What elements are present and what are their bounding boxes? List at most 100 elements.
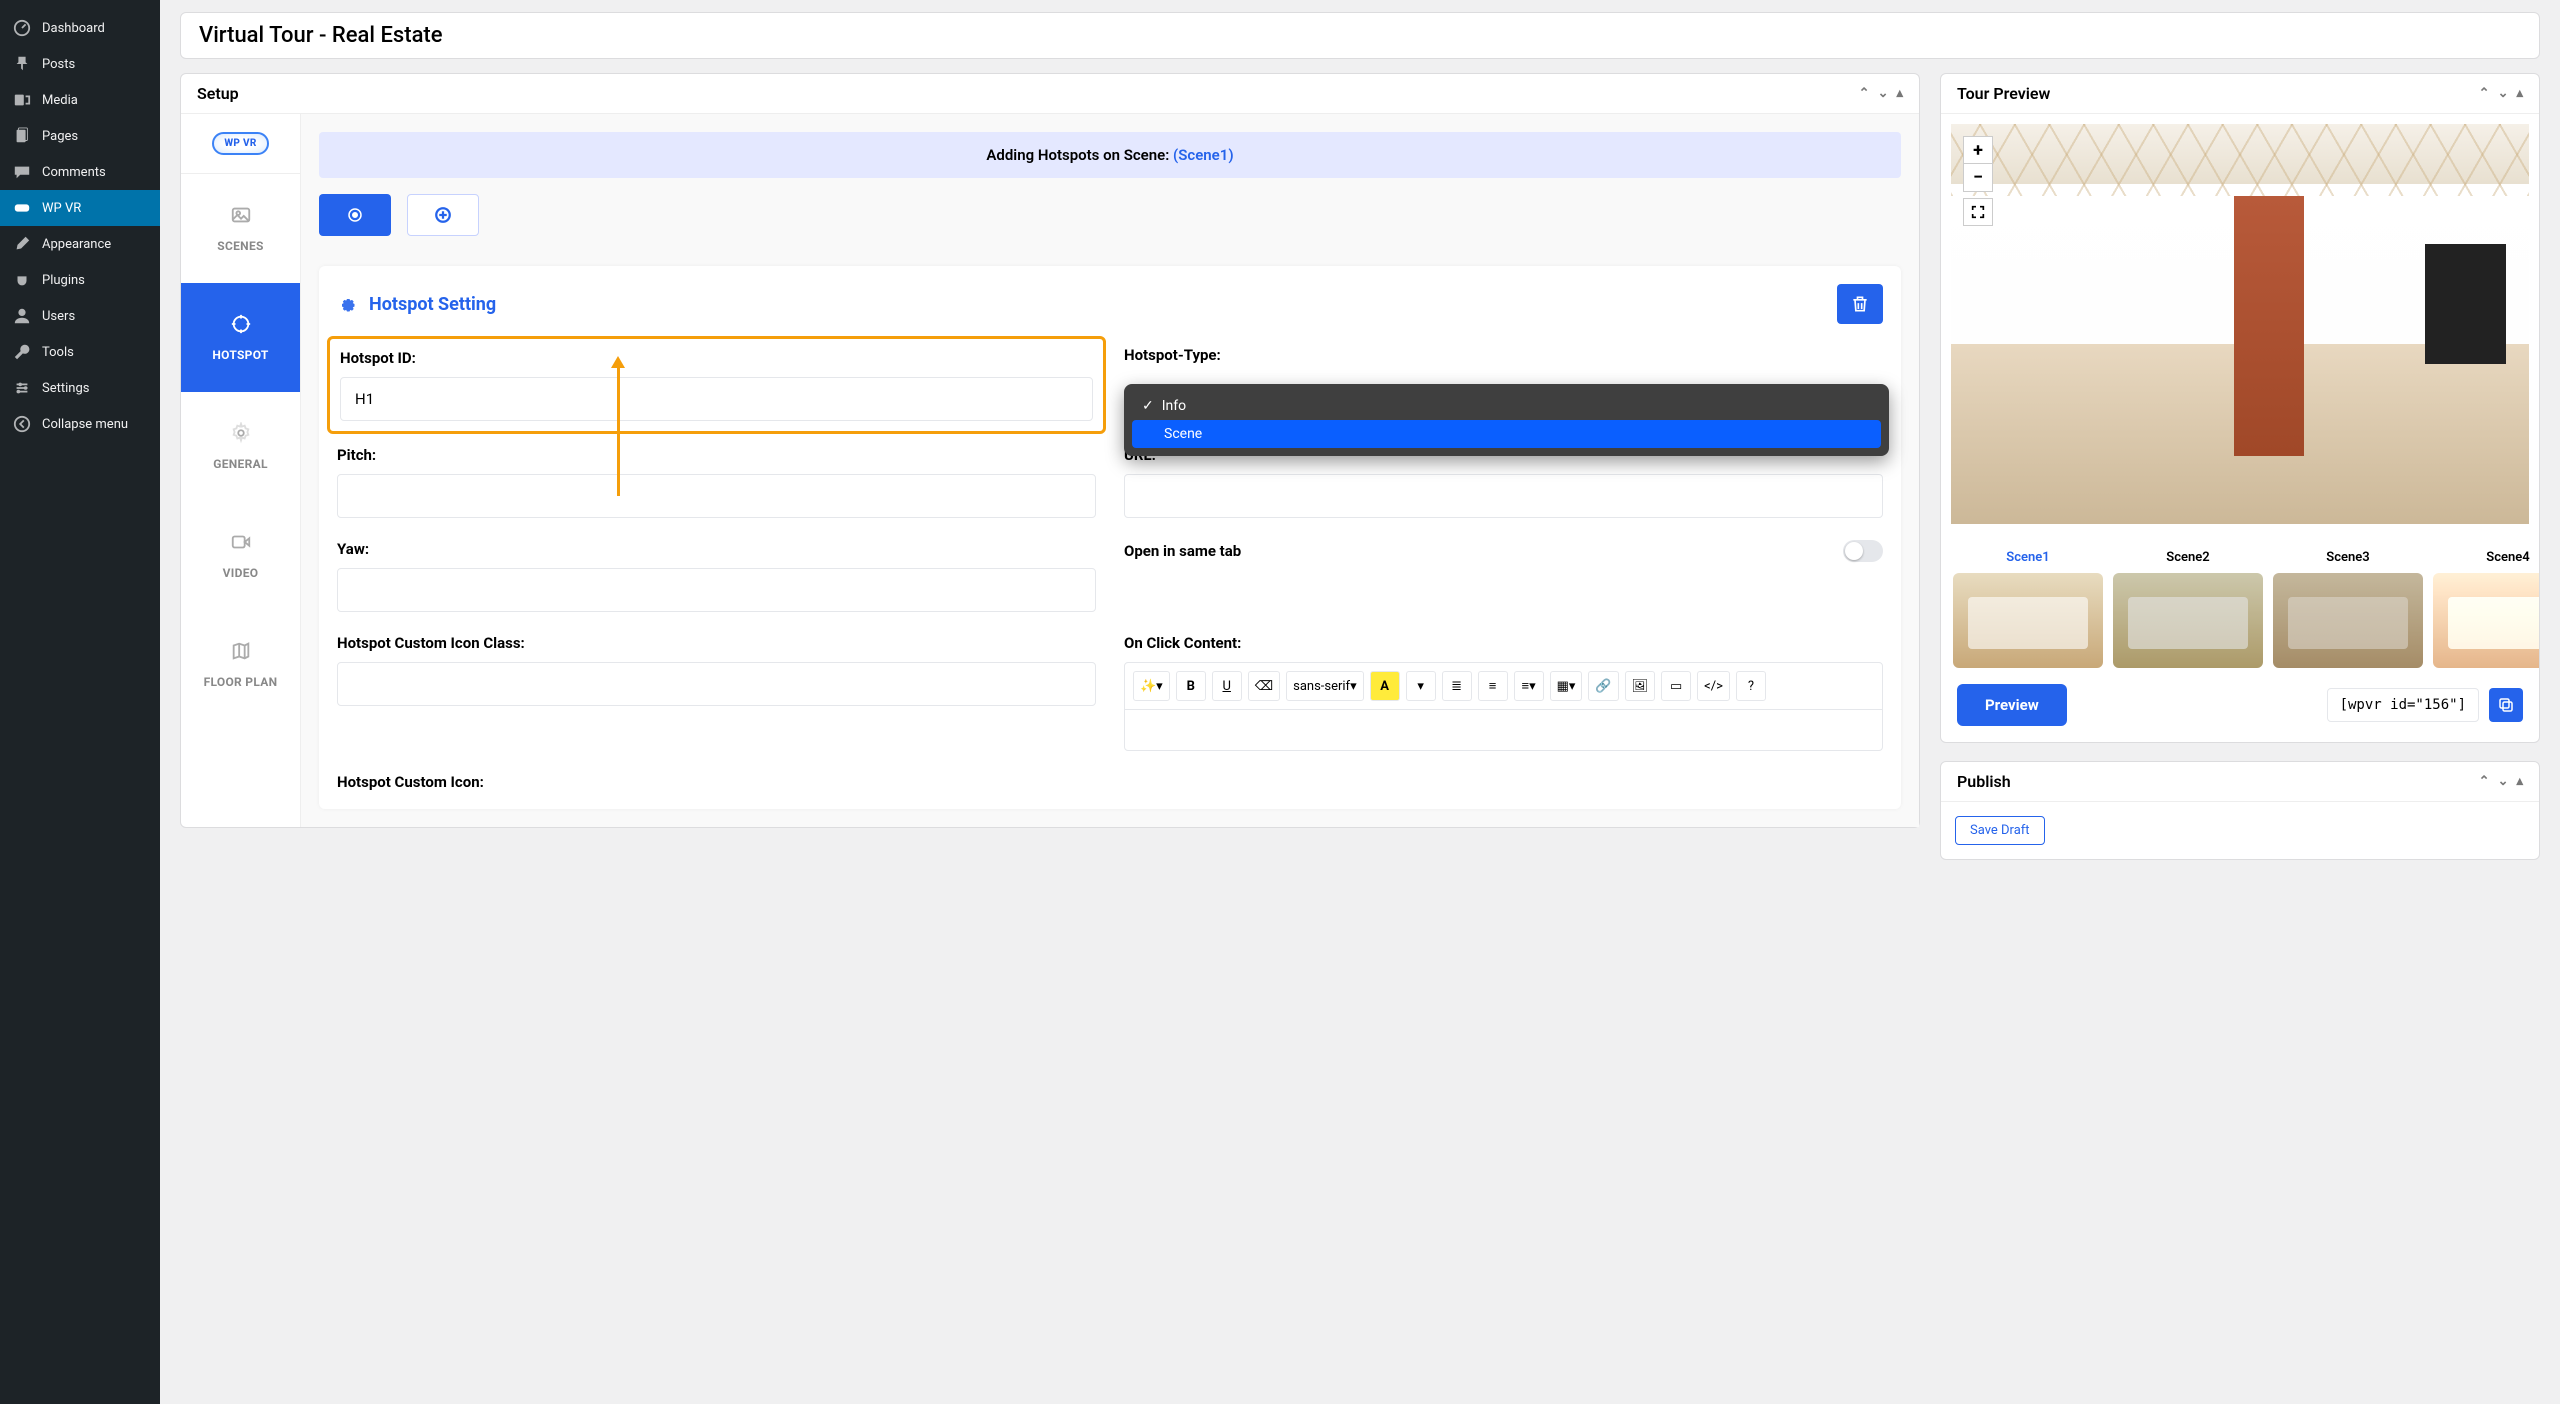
hotspot-type-field: Hotspot-Type: Info Scene [1124, 346, 1883, 424]
tab-scenes[interactable]: SCENES [181, 174, 300, 283]
rte-underline-button[interactable]: U [1212, 671, 1242, 701]
rte-font-select[interactable]: sans-serif ▾ [1286, 671, 1363, 701]
menu-plugins[interactable]: Plugins [0, 262, 160, 298]
menu-tools[interactable]: Tools [0, 334, 160, 370]
menu-settings[interactable]: Settings [0, 370, 160, 406]
rte-table-button[interactable]: ▦▾ [1550, 671, 1583, 701]
thumb-scene1[interactable]: Scene1 [1953, 550, 2103, 668]
tab-general[interactable]: GENERAL [181, 392, 300, 501]
fullscreen-button[interactable] [1963, 198, 1993, 226]
comment-icon [12, 162, 32, 182]
settings-icon [12, 378, 32, 398]
page-title: Virtual Tour - Real Estate [180, 12, 2540, 59]
video-icon [230, 531, 252, 556]
hotspot-setting-title: Hotspot Setting [337, 294, 496, 315]
copy-shortcode-button[interactable] [2489, 688, 2523, 722]
menu-media[interactable]: Media [0, 82, 160, 118]
map-icon [230, 640, 252, 665]
hotspot-id-input[interactable] [340, 377, 1093, 421]
zoom-out-button[interactable]: − [1963, 164, 1993, 192]
plug-icon [12, 270, 32, 290]
panel-down-icon[interactable]: ⌄ [2498, 86, 2509, 101]
current-hotspot-button[interactable] [319, 194, 391, 236]
rte-align-button[interactable]: ≡▾ [1514, 671, 1544, 701]
preview-title: Tour Preview [1957, 84, 2050, 103]
image-icon [230, 204, 252, 229]
rte-code-button[interactable]: </> [1697, 671, 1730, 701]
main-content: Virtual Tour - Real Estate Setup ⌃ ⌄ ▴ W… [160, 0, 2560, 1404]
panel-toggle-icon[interactable]: ▴ [2516, 774, 2523, 789]
rich-text-editor: ✨▾ B U ⌫ sans-serif ▾ A ▾ ≣ [1124, 662, 1883, 751]
tour-viewport[interactable]: + − [1951, 124, 2529, 524]
pages-icon [12, 126, 32, 146]
rte-fontcolor-button[interactable]: A [1370, 671, 1400, 701]
hotspot-id-field: Hotspot ID: [327, 336, 1106, 434]
rte-link-button[interactable]: 🔗 [1588, 671, 1618, 701]
shortcode-text: [wpvr id="156"] [2327, 688, 2479, 722]
url-input[interactable] [1124, 474, 1883, 518]
thumb-scene2[interactable]: Scene2 [2113, 550, 2263, 668]
thumb-scene4[interactable]: Scene4 [2433, 550, 2539, 668]
wpvr-logo: WP VR [181, 114, 300, 174]
thumb-scene3[interactable]: Scene3 [2273, 550, 2423, 668]
add-hotspot-button[interactable] [407, 194, 479, 236]
menu-users[interactable]: Users [0, 298, 160, 334]
zoom-in-button[interactable]: + [1963, 136, 1993, 164]
tour-preview-panel: Tour Preview ⌃ ⌄ ▴ + − [1940, 73, 2540, 743]
scene-link[interactable]: (Scene1) [1173, 146, 1234, 164]
setup-panel: Setup ⌃ ⌄ ▴ WP VR SCENES [180, 73, 1920, 828]
scene-thumbnails: Scene1 Scene2 Scene3 Scene4 [1941, 534, 2539, 668]
preview-button[interactable]: Preview [1957, 684, 2067, 726]
rte-ul-button[interactable]: ≣ [1442, 671, 1472, 701]
rte-magic-icon[interactable]: ✨▾ [1133, 671, 1170, 701]
delete-hotspot-button[interactable] [1837, 284, 1883, 324]
option-info[interactable]: Info [1132, 392, 1881, 420]
brush-icon [12, 234, 32, 254]
target-icon [230, 313, 252, 338]
rte-erase-button[interactable]: ⌫ [1248, 671, 1280, 701]
menu-wpvr[interactable]: WP VR [0, 190, 160, 226]
panel-down-icon[interactable]: ⌄ [1878, 86, 1889, 101]
rte-image-button[interactable]: 🖼 [1625, 671, 1656, 701]
panel-toggle-icon[interactable]: ▴ [1896, 86, 1903, 101]
panel-up-icon[interactable]: ⌃ [1859, 86, 1870, 101]
setup-title: Setup [197, 84, 239, 103]
rte-ol-button[interactable]: ≡ [1478, 671, 1508, 701]
scene-banner: Adding Hotspots on Scene: (Scene1) [319, 132, 1901, 178]
gear-icon [337, 294, 357, 314]
gear-icon [230, 422, 252, 447]
vr-tabs: WP VR SCENES HOTSPOT GENERAL [181, 114, 301, 827]
wp-admin-sidebar: Dashboard Posts Media Pages Comments WP … [0, 0, 160, 1404]
dashboard-icon [12, 18, 32, 38]
panel-up-icon[interactable]: ⌃ [2479, 774, 2490, 789]
yaw-input[interactable] [337, 568, 1096, 612]
icon-class-input[interactable] [337, 662, 1096, 706]
open-same-tab-toggle[interactable] [1843, 540, 1883, 562]
rte-fontcolor-dropdown[interactable]: ▾ [1406, 671, 1436, 701]
panel-up-icon[interactable]: ⌃ [2479, 86, 2490, 101]
tab-video[interactable]: VIDEO [181, 501, 300, 610]
menu-appearance[interactable]: Appearance [0, 226, 160, 262]
annotation-arrow [617, 366, 620, 496]
pin-icon [12, 54, 32, 74]
option-scene[interactable]: Scene [1132, 420, 1881, 448]
panel-down-icon[interactable]: ⌄ [2498, 774, 2509, 789]
publish-title: Publish [1957, 772, 2011, 791]
panel-toggle-icon[interactable]: ▴ [2516, 86, 2523, 101]
user-icon [12, 306, 32, 326]
rte-video-button[interactable]: ▭ [1661, 671, 1691, 701]
tab-floor-plan[interactable]: FLOOR PLAN [181, 610, 300, 719]
hotspot-type-dropdown: Info Scene [1124, 384, 1889, 456]
menu-pages[interactable]: Pages [0, 118, 160, 154]
pitch-input[interactable] [337, 474, 1096, 518]
save-draft-button[interactable]: Save Draft [1955, 816, 2045, 845]
menu-collapse[interactable]: Collapse menu [0, 406, 160, 442]
menu-dashboard[interactable]: Dashboard [0, 10, 160, 46]
menu-comments[interactable]: Comments [0, 154, 160, 190]
tab-hotspot[interactable]: HOTSPOT [181, 283, 300, 392]
rte-bold-button[interactable]: B [1176, 671, 1206, 701]
rte-content[interactable] [1125, 710, 1882, 750]
menu-posts[interactable]: Posts [0, 46, 160, 82]
rte-help-button[interactable]: ? [1736, 671, 1766, 701]
wrench-icon [12, 342, 32, 362]
